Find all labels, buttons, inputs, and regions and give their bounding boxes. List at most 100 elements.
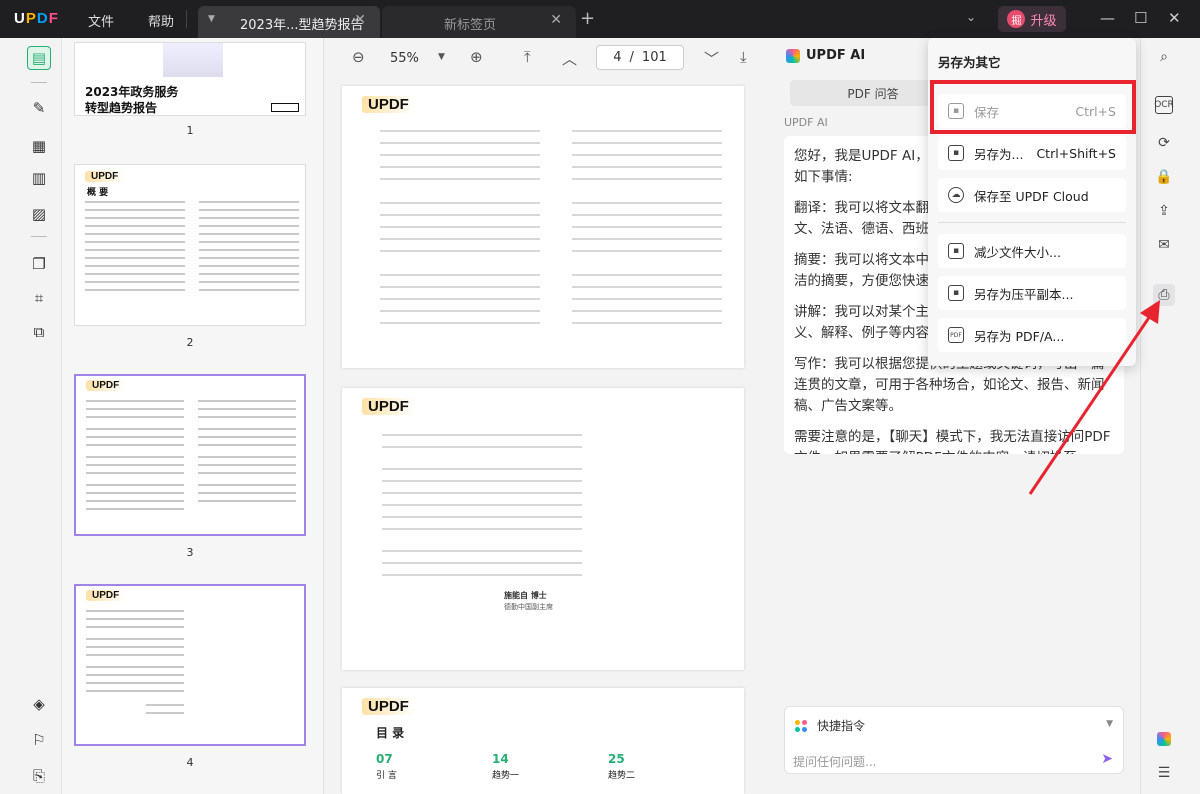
thumbnail-page-3[interactable]: UPDF bbox=[74, 374, 306, 536]
upgrade-label: 升级 bbox=[1030, 13, 1057, 29]
tab-document[interactable]: ▼ 2023年...型趋势报告 ✕ bbox=[198, 6, 380, 38]
cover-title-line2: 转型趋势报告 bbox=[85, 101, 158, 115]
thumbnail-number: 2 bbox=[186, 336, 194, 349]
document-page-4: UPDF 目 录 07 引 言 14 趋势一 25 趋势二 bbox=[342, 688, 744, 794]
signature-org: 德勤中国副主席 bbox=[504, 603, 553, 611]
current-page[interactable]: 4 bbox=[613, 50, 621, 65]
save-as-button[interactable]: ▪ 另存为... Ctrl+Shift+S bbox=[938, 136, 1126, 170]
thumbnail-page-4[interactable]: UPDF bbox=[74, 584, 306, 746]
quick-commands-label: 快捷指令 bbox=[817, 719, 866, 733]
thumbnail-page-2[interactable]: UPDF 概 要 bbox=[74, 164, 306, 326]
protect-icon[interactable]: 🔒 bbox=[1153, 166, 1175, 188]
ai-message-text: 需要注意的是，【聊天】模式下，我无法直接访问PDF文件，如果需要了解PDF文件的… bbox=[794, 429, 1111, 454]
toc-number: 07 bbox=[376, 752, 393, 766]
ai-question-input[interactable]: 提问任何问题... bbox=[793, 753, 876, 770]
ai-input-box: 快捷指令 ▼ 提问任何问题... ➤ bbox=[784, 706, 1124, 774]
tab-close-icon[interactable]: ✕ bbox=[550, 12, 562, 28]
next-page-icon[interactable]: ﹀ bbox=[704, 48, 719, 69]
share-icon[interactable]: ⇪ bbox=[1153, 200, 1175, 222]
bookmark-icon[interactable]: ⚐ bbox=[27, 728, 51, 752]
reader-mode-icon[interactable]: ▤ bbox=[27, 46, 51, 70]
signature-name: 施能自 博士 bbox=[504, 591, 547, 600]
right-toolbar: ⌕ OCR ⟳ 🔒 ⇪ ✉ ⎙ ☰ bbox=[1140, 38, 1200, 794]
maximize-icon[interactable]: ☐ bbox=[1134, 9, 1147, 27]
quick-commands-dropdown-icon[interactable]: ▼ bbox=[1106, 719, 1113, 729]
updf-ai-icon[interactable] bbox=[1153, 728, 1175, 750]
page-logo: UPDF bbox=[86, 380, 126, 391]
save-as-icon[interactable]: ⎙ bbox=[1153, 284, 1175, 306]
summary-title: 概 要 bbox=[87, 188, 109, 198]
document-page-3: UPDF 施能自 博士 德勤中国副主席 bbox=[342, 388, 744, 670]
save-pdfa-button[interactable]: PDF 另存为 PDF/A... bbox=[938, 318, 1126, 352]
ai-panel-title: UPDF AI bbox=[806, 48, 866, 63]
ai-panel-header: UPDF AI bbox=[786, 48, 865, 63]
quick-commands[interactable]: 快捷指令 bbox=[795, 717, 865, 734]
close-window-icon[interactable]: ✕ bbox=[1168, 9, 1181, 27]
menu-item-label: 另存为 PDF/A... bbox=[974, 328, 1065, 344]
app-logo: UPDF bbox=[14, 10, 59, 27]
chevron-down-icon[interactable]: ⌄ bbox=[966, 10, 976, 24]
page-number-field[interactable]: 4 / 101 bbox=[596, 45, 684, 70]
email-icon[interactable]: ✉ bbox=[1153, 234, 1175, 256]
total-pages: 101 bbox=[641, 50, 667, 65]
layers-icon[interactable]: ◈ bbox=[27, 692, 51, 716]
save-as-file-icon: ▪ bbox=[948, 145, 964, 161]
rail-divider bbox=[31, 236, 47, 237]
thumbnail-panel: 2023年政务服务 转型趋势报告 1 UPDF 概 要 2 UPDF 3 UPD… bbox=[62, 38, 324, 794]
search-icon[interactable]: ⌕ bbox=[1153, 46, 1175, 68]
ocr-icon[interactable]: OCR bbox=[1154, 96, 1174, 114]
rail-divider bbox=[31, 82, 47, 83]
tab-label: 新标签页 bbox=[444, 18, 497, 33]
previous-page-icon[interactable]: ︿ bbox=[562, 48, 577, 69]
thumbnail-page-1[interactable]: 2023年政务服务 转型趋势报告 bbox=[74, 42, 306, 116]
popup-title: 另存为其它 bbox=[938, 55, 1001, 70]
tab-dropdown-icon[interactable]: ▼ bbox=[208, 14, 215, 24]
title-divider bbox=[186, 10, 187, 28]
flatten-icon: ▪ bbox=[948, 285, 964, 301]
save-flattened-button[interactable]: ▪ 另存为压平副本... bbox=[938, 276, 1126, 310]
menu-help[interactable]: 帮助 bbox=[148, 11, 174, 30]
zoom-dropdown-icon[interactable]: ▼ bbox=[438, 52, 445, 62]
first-page-icon[interactable]: ⤒ bbox=[524, 48, 531, 66]
attachment-icon[interactable]: ⎘ bbox=[27, 764, 51, 788]
zoom-level[interactable]: 55% bbox=[390, 51, 419, 66]
toc-label: 趋势一 bbox=[492, 771, 520, 781]
combine-icon[interactable]: ⧉ bbox=[27, 320, 51, 344]
tab-close-icon[interactable]: ✕ bbox=[354, 12, 366, 28]
toc-number: 25 bbox=[608, 752, 625, 766]
comment-icon[interactable]: ☰ bbox=[1153, 762, 1175, 784]
organize-pages-icon[interactable]: ❐ bbox=[27, 252, 51, 276]
send-icon[interactable]: ➤ bbox=[1101, 751, 1113, 767]
crop-icon[interactable]: ⌗ bbox=[27, 286, 51, 310]
tab-label: 2023年...型趋势报告 bbox=[240, 18, 364, 33]
convert-icon[interactable]: ⟳ bbox=[1153, 132, 1175, 154]
last-page-icon[interactable]: ⤓ bbox=[740, 48, 747, 66]
fill-sign-icon[interactable]: ▨ bbox=[27, 202, 51, 226]
save-to-cloud-button[interactable]: ☁ 保存至 UPDF Cloud bbox=[938, 178, 1126, 212]
page-logo: UPDF bbox=[86, 590, 126, 601]
tab-new[interactable]: 新标签页 ✕ bbox=[382, 6, 576, 38]
upgrade-button[interactable]: 掘 升级 bbox=[998, 6, 1066, 32]
highlight-icon[interactable]: ✎ bbox=[27, 96, 51, 120]
form-icon[interactable]: ▥ bbox=[27, 166, 51, 190]
menu-item-label: 另存为... bbox=[974, 146, 1024, 162]
thumbnail-number: 3 bbox=[186, 546, 194, 559]
page-logo: UPDF bbox=[362, 96, 415, 113]
edit-pdf-icon[interactable]: ▦ bbox=[27, 134, 51, 158]
cover-title-line1: 2023年政务服务 bbox=[85, 85, 179, 99]
reduce-size-button[interactable]: ▪ 减少文件大小... bbox=[938, 234, 1126, 268]
menu-item-label: 另存为压平副本... bbox=[974, 286, 1074, 302]
zoom-out-icon[interactable]: ⊖ bbox=[352, 48, 365, 66]
menu-file[interactable]: 文件 bbox=[88, 11, 114, 30]
menu-item-label: 减少文件大小... bbox=[974, 244, 1061, 260]
toc-title: 目 录 bbox=[376, 726, 405, 740]
zoom-in-icon[interactable]: ⊕ bbox=[470, 48, 483, 66]
cover-illustration bbox=[163, 43, 223, 77]
minimize-icon[interactable]: — bbox=[1100, 9, 1115, 27]
cloud-icon: ☁ bbox=[948, 187, 964, 203]
page-logo: UPDF bbox=[362, 398, 415, 415]
page-separator: / bbox=[629, 50, 634, 65]
new-tab-icon[interactable]: + bbox=[580, 8, 595, 29]
thumbnail-number: 1 bbox=[186, 124, 194, 137]
left-toolbar: ▤ ✎ ▦ ▥ ▨ ❐ ⌗ ⧉ ◈ ⚐ ⎘ bbox=[16, 38, 62, 794]
